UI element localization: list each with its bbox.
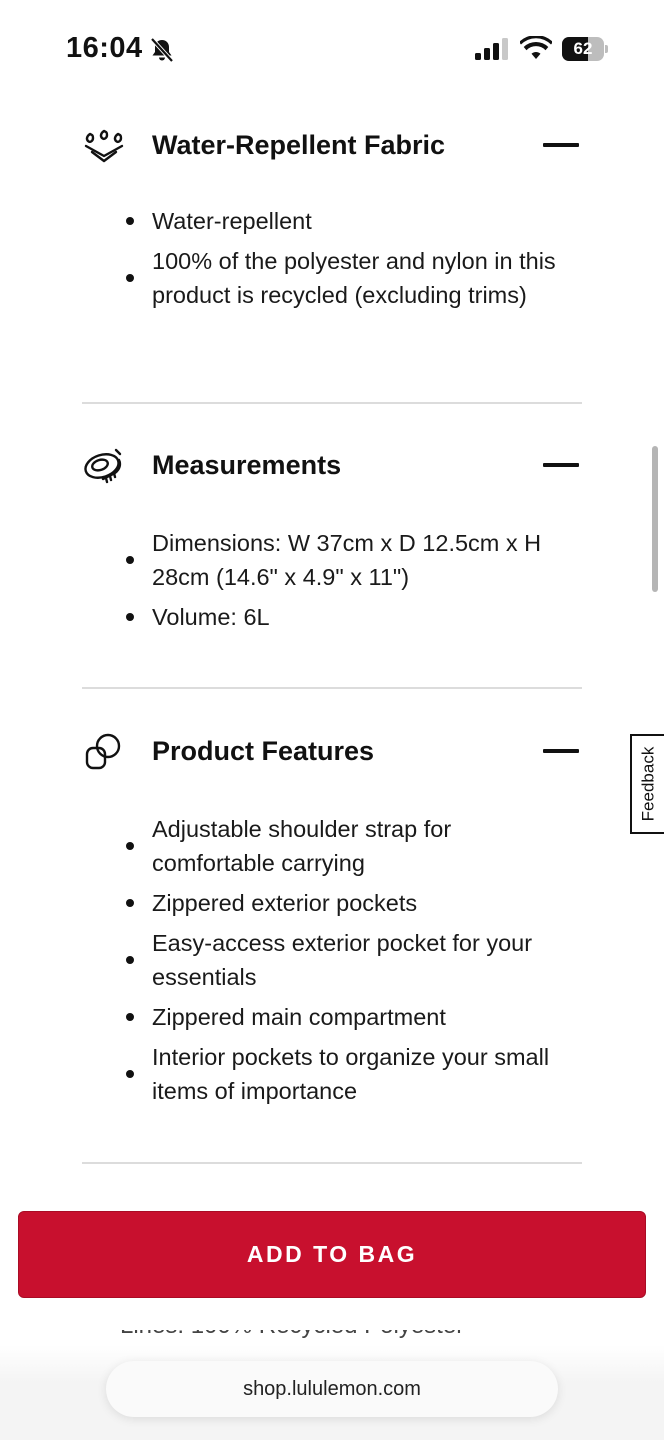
list-item: Volume: 6L <box>120 600 560 634</box>
bell-slash-icon <box>150 37 174 63</box>
bullet-dot <box>126 1013 134 1021</box>
list-item: Adjustable shoulder strap for comfortabl… <box>120 812 560 880</box>
collapse-button[interactable] <box>542 736 580 766</box>
address-bar[interactable]: shop.lululemon.com <box>106 1361 558 1417</box>
wifi-icon <box>520 36 552 59</box>
bullet-list: Dimensions: W 37cm x D 12.5cm x H 28cm (… <box>120 526 560 640</box>
bullet-list: Water-repellent 100% of the polyester an… <box>120 204 560 318</box>
minus-icon <box>543 143 579 147</box>
product-details-page: 16:04 62 Water-Repellent Fabric Water-re… <box>0 0 664 1440</box>
list-item: Easy-access exterior pocket for your ess… <box>120 926 560 994</box>
list-item: Zippered main compartment <box>120 1000 560 1034</box>
feedback-tab[interactable]: Feedback <box>630 734 664 834</box>
section-title: Product Features <box>152 736 375 766</box>
bullet-list: Adjustable shoulder strap for comfortabl… <box>120 812 560 1114</box>
battery-icon: 62 <box>562 37 608 61</box>
section-measurements: Measurements Dimensions: W 37cm x D 12.5… <box>82 438 582 658</box>
bullet-dot <box>126 1070 134 1078</box>
minus-icon <box>543 749 579 753</box>
url-text: shop.lululemon.com <box>243 1377 421 1400</box>
collapse-button[interactable] <box>542 130 580 160</box>
divider <box>82 402 582 404</box>
list-item: Zippered exterior pockets <box>120 886 560 920</box>
list-item: Water-repellent <box>120 204 560 238</box>
scrollbar-thumb[interactable] <box>652 446 658 592</box>
bullet-dot <box>126 556 134 564</box>
bullet-dot <box>126 217 134 225</box>
battery-percentage: 62 <box>573 39 593 58</box>
section-water-repellent-fabric: Water-Repellent Fabric Water-repellent 1… <box>82 118 582 358</box>
bullet-dot <box>126 613 134 621</box>
linked-shapes-icon <box>85 733 121 770</box>
status-time: 16:04 <box>66 32 143 64</box>
cellular-signal-icon <box>475 38 508 60</box>
bullet-dot <box>126 274 134 282</box>
add-to-bag-label: ADD TO BAG <box>246 1241 418 1267</box>
add-to-bag-button[interactable]: ADD TO BAG <box>18 1211 646 1298</box>
water-drops-icon <box>84 129 124 163</box>
minus-icon <box>543 463 579 467</box>
battery-nub <box>605 45 608 53</box>
measuring-tape-icon <box>84 448 122 484</box>
status-bar: 16:04 62 <box>0 0 664 100</box>
bullet-dot <box>126 956 134 964</box>
section-product-features: Product Features Adjustable shoulder str… <box>82 724 582 1144</box>
section-title: Measurements <box>152 450 342 480</box>
bullet-dot <box>126 899 134 907</box>
feedback-label: Feedback <box>638 746 658 822</box>
section-title: Water-Repellent Fabric <box>152 130 446 160</box>
list-item: Dimensions: W 37cm x D 12.5cm x H 28cm (… <box>120 526 560 594</box>
bullet-dot <box>126 842 134 850</box>
collapse-button[interactable] <box>542 450 580 480</box>
list-item: Interior pockets to organize your small … <box>120 1040 560 1108</box>
list-item: 100% of the polyester and nylon in this … <box>120 244 560 312</box>
divider <box>82 687 582 689</box>
battery-body: 62 <box>562 37 604 61</box>
cutoff-text: Lines: 100% Recycled Polyester <box>120 1330 520 1342</box>
divider <box>82 1162 582 1164</box>
